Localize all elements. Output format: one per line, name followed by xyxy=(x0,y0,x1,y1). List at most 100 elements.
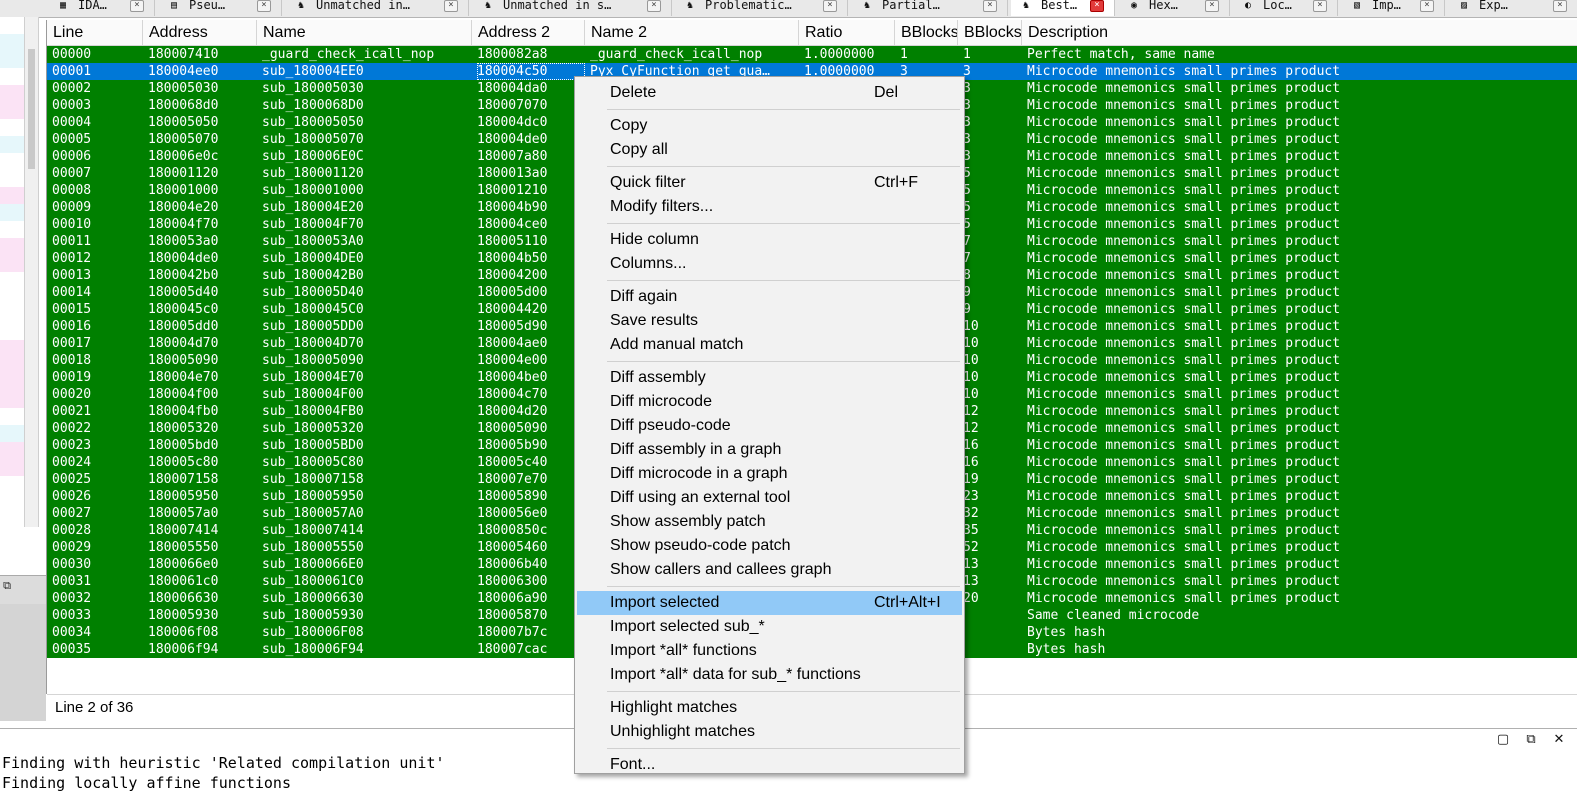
menu-separator xyxy=(607,166,960,167)
cell-address: 180006e0c xyxy=(148,149,219,164)
cell-bblocks2: 5 xyxy=(963,217,971,232)
cell-bblocks2: 19 xyxy=(963,472,979,487)
tab-9[interactable]: ▧ Imp… × xyxy=(1342,0,1445,16)
menu-item-quick-filter[interactable]: Quick filter Ctrl+F xyxy=(577,171,962,195)
cell-line: 00005 xyxy=(52,132,92,147)
column-header-ratio[interactable]: Ratio xyxy=(799,20,895,45)
close-icon[interactable]: × xyxy=(130,0,144,12)
close-icon[interactable]: × xyxy=(1090,0,1104,12)
menu-item-hide-column[interactable]: Hide column xyxy=(577,228,962,252)
cell-address2: 1800013a0 xyxy=(477,166,548,181)
cell-address: 180006630 xyxy=(148,591,219,606)
column-header-name[interactable]: Name xyxy=(257,20,472,45)
menu-item-show-callers-and-callees-graph[interactable]: Show callers and callees graph xyxy=(577,558,962,582)
menu-item-diff-again[interactable]: Diff again xyxy=(577,285,962,309)
left-side-panel xyxy=(0,17,25,527)
cell-description: Microcode mnemonics small primes product xyxy=(1027,183,1341,198)
menu-item-save-results[interactable]: Save results xyxy=(577,309,962,333)
menu-item-diff-assembly[interactable]: Diff assembly xyxy=(577,366,962,390)
cell-description: Microcode mnemonics small primes product xyxy=(1027,268,1341,283)
menu-item-columns[interactable]: Columns... xyxy=(577,252,962,276)
tab-7[interactable]: ◉ Hex… × xyxy=(1119,0,1230,16)
close-icon[interactable]: × xyxy=(444,0,458,12)
menu-item-import-all-functions[interactable]: Import *all* functions xyxy=(577,639,962,663)
tab-1[interactable]: ▤ Pseu… × xyxy=(159,0,282,16)
column-header-description[interactable]: Description xyxy=(1022,20,1577,45)
column-header-line[interactable]: Line xyxy=(47,20,143,45)
restore-icon[interactable]: ⧉ xyxy=(1523,732,1539,748)
tab-10[interactable]: ▨ Exp… × xyxy=(1449,0,1577,16)
column-header-address[interactable]: Address xyxy=(143,20,257,45)
menu-item-diff-assembly-in-a-graph[interactable]: Diff assembly in a graph xyxy=(577,438,962,462)
tab-5[interactable]: ♞ Partial… × xyxy=(852,0,1008,16)
menu-item-font[interactable]: Font... xyxy=(577,753,962,777)
cell-line: 00008 xyxy=(52,183,92,198)
close-icon[interactable]: × xyxy=(257,0,271,12)
cell-line: 00004 xyxy=(52,115,92,130)
menu-item-import-all-data-for-sub-functions[interactable]: Import *all* data for sub_* functions xyxy=(577,663,962,687)
maximize-icon[interactable]: ▢ xyxy=(1495,732,1511,748)
tab-3[interactable]: ♞ Unmatched in s… × xyxy=(473,0,672,16)
cell-description: Microcode mnemonics small primes product xyxy=(1027,540,1341,555)
cell-bblocks: 1 xyxy=(900,47,908,62)
cell-bblocks2: 5 xyxy=(963,183,971,198)
menu-item-diff-using-an-external-tool[interactable]: Diff using an external tool xyxy=(577,486,962,510)
cell-bblocks2: 10 xyxy=(963,319,979,334)
menu-item-import-selected[interactable]: Import selected Ctrl+Alt+I xyxy=(577,591,962,615)
cell-address: 180005320 xyxy=(148,421,219,436)
cell-address2: 180005890 xyxy=(477,489,548,504)
restore-icon[interactable]: ⧉ xyxy=(0,580,14,592)
menu-item-show-assembly-patch[interactable]: Show assembly patch xyxy=(577,510,962,534)
menu-item-copy-all[interactable]: Copy all xyxy=(577,138,962,162)
tab-4[interactable]: ♞ Problematic… × xyxy=(675,0,848,16)
imports-icon: ▧ xyxy=(1354,0,1361,11)
menu-item-delete[interactable]: Delete Del xyxy=(577,81,962,105)
tab-0[interactable]: ▦ IDA… × xyxy=(48,0,155,16)
left-scrollbar[interactable] xyxy=(25,17,39,527)
cell-bblocks2: 9 xyxy=(963,302,971,317)
column-header-bblocks[interactable]: BBlocks xyxy=(895,20,958,45)
menu-item-diff-microcode-in-a-graph[interactable]: Diff microcode in a graph xyxy=(577,462,962,486)
column-header-bblocks[interactable]: BBlocks xyxy=(958,20,1022,45)
cell-address: 180004fb0 xyxy=(148,404,219,419)
table-row[interactable]: 00000 180007410 _guard_check_icall_nop 1800… xyxy=(47,46,1577,63)
cell-address2: 180004de0 xyxy=(477,132,548,147)
close-icon[interactable]: ✕ xyxy=(1551,732,1567,748)
tab-8[interactable]: ◐ Loc… × xyxy=(1233,0,1338,16)
close-icon[interactable]: × xyxy=(1420,0,1434,12)
tab-6[interactable]: ♞ Best… × xyxy=(1011,0,1115,16)
cell-name: sub_1800045C0 xyxy=(262,302,364,317)
cell-bblocks2: 7 xyxy=(963,234,971,249)
cell-address2: 180001210 xyxy=(477,183,548,198)
cell-address: 180004ee0 xyxy=(148,64,219,79)
close-icon[interactable]: × xyxy=(1313,0,1327,12)
scrollbar-thumb[interactable] xyxy=(28,49,35,169)
menu-item-label: Diff using an external tool xyxy=(610,489,791,506)
close-icon[interactable]: × xyxy=(647,0,661,12)
menu-item-add-manual-match[interactable]: Add manual match xyxy=(577,333,962,357)
tab-label: Unmatched in s… xyxy=(503,0,612,12)
menu-item-shortcut: Ctrl+Alt+I xyxy=(874,594,941,611)
close-icon[interactable]: × xyxy=(1553,0,1567,12)
menu-item-import-selected-sub[interactable]: Import selected sub_* xyxy=(577,615,962,639)
menu-item-unhighlight-matches[interactable]: Unhighlight matches xyxy=(577,720,962,744)
menu-item-show-pseudo-code-patch[interactable]: Show pseudo-code patch xyxy=(577,534,962,558)
cell-name: sub_180005320 xyxy=(262,421,364,436)
menu-item-diff-pseudo-code[interactable]: Diff pseudo-code xyxy=(577,414,962,438)
left-panel-row xyxy=(0,340,24,357)
column-header-name-2[interactable]: Name 2 xyxy=(585,20,799,45)
menu-item-diff-microcode[interactable]: Diff microcode xyxy=(577,390,962,414)
menu-item-copy[interactable]: Copy xyxy=(577,114,962,138)
menu-item-highlight-matches[interactable]: Highlight matches xyxy=(577,696,962,720)
cell-address: 1800057a0 xyxy=(148,506,219,521)
tab-2[interactable]: ♞ Unmatched in… × xyxy=(286,0,469,16)
close-icon[interactable]: × xyxy=(1205,0,1219,12)
menu-item-modify-filters[interactable]: Modify filters... xyxy=(577,195,962,219)
close-icon[interactable]: × xyxy=(823,0,837,12)
column-header-address-2[interactable]: Address 2 xyxy=(472,20,585,45)
cell-name: sub_180004F00 xyxy=(262,387,364,402)
close-icon[interactable]: × xyxy=(983,0,997,12)
cell-name: sub_180005550 xyxy=(262,540,364,555)
cell-bblocks2: 20 xyxy=(963,591,979,606)
diaphora-icon: ♞ xyxy=(1023,0,1030,11)
